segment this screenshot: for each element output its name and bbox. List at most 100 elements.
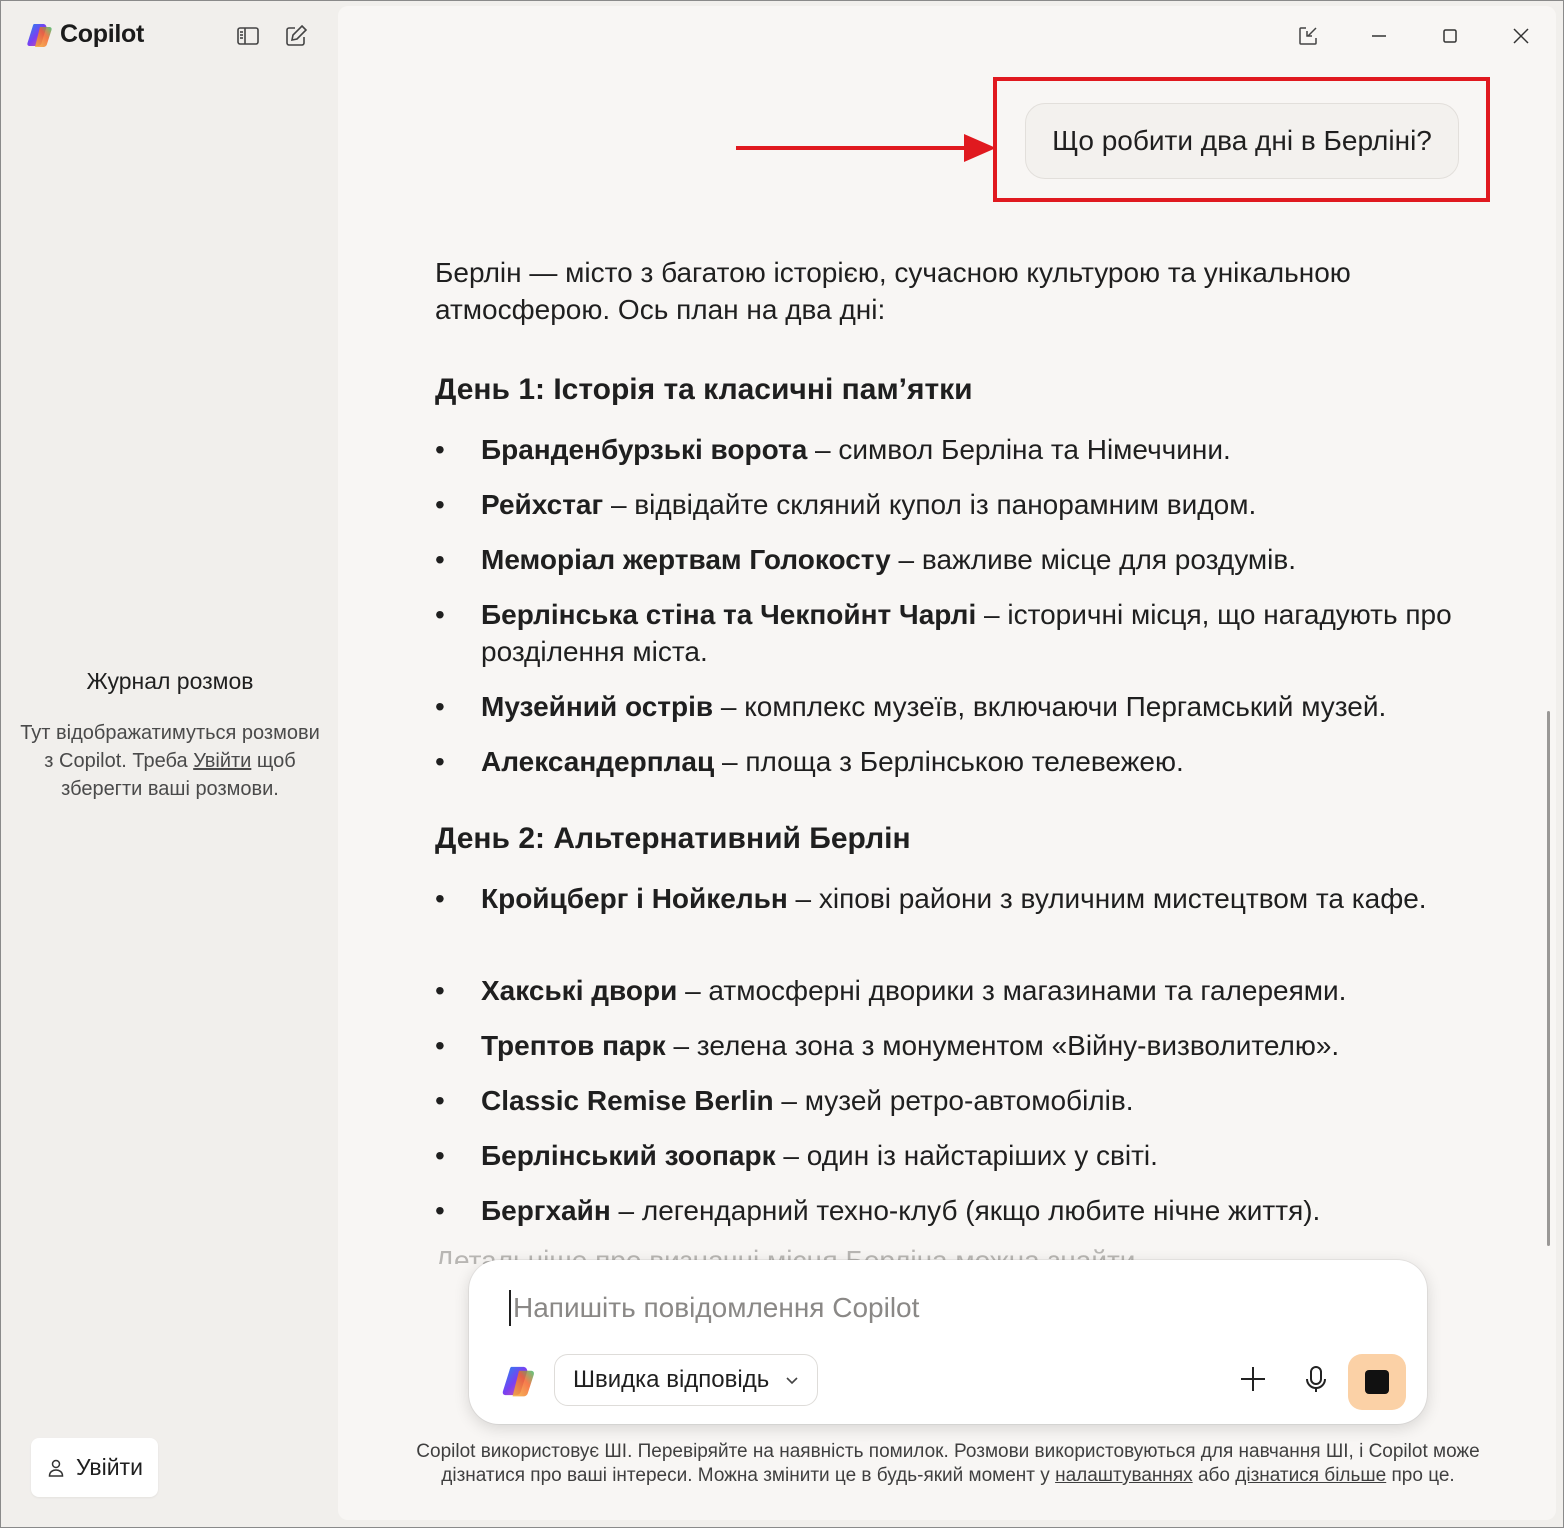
list-item: • Александерплац – площа з Берлінською те… [435,743,1455,780]
list-item-title: Александерплац [481,746,715,777]
popout-icon [1298,27,1317,45]
day2-heading: День 2: Альтернативний Берлін [435,822,911,855]
list-item: • Музейний острів – комплекс музеїв, вклю… [435,688,1455,725]
minimize-button[interactable] [1343,16,1414,56]
learn-more-link[interactable]: дізнатися більше [1235,1465,1386,1486]
bullet-dot: • [435,434,445,465]
disclaimer-or: або [1197,1465,1230,1486]
list-item-description: – важливе місце для роздумів. [890,544,1296,575]
list-item: • Classic Remise Berlin – музей ретро-авт… [435,1082,1455,1119]
history-description: Тут відображатимуться розмови з Copilot.… [20,719,320,803]
disclaimer: Copilot використовує ШІ. Перевіряйте на … [408,1440,1488,1488]
window-controls [1272,16,1556,56]
list-item-text: Хакські двори – атмосферні дворики з маг… [481,972,1455,1009]
history-title: Журнал розмов [86,668,254,694]
bullet-dot: • [435,1085,445,1116]
bullet-dot: • [435,1030,445,1061]
close-button[interactable] [1485,16,1556,56]
chevron-down-icon [786,1377,798,1385]
list-item-description: – один із найстаріших у світі. [775,1140,1158,1171]
list-item-text: Берлінська стіна та Чекпойнт Чарлі – іст… [481,596,1455,670]
list-item: • Трептов парк – зелена зона з монументом… [435,1027,1455,1064]
close-icon [1512,28,1529,44]
minimize-icon [1371,35,1386,37]
list-item: • Бранденбурзькі ворота – символ Берліна … [435,431,1455,468]
scrollbar-thumb[interactable] [1547,711,1550,1246]
brand: Copilot [26,20,144,49]
list-item-title: Бранденбурзькі ворота [481,434,808,465]
list-item-text: Александерплац – площа з Берлінською тел… [481,743,1455,780]
list-item-title: Берлінський зоопарк [481,1140,776,1171]
list-item-title: Classic Remise Berlin [481,1085,774,1116]
list-item: • Кройцберг і Нойкельн – хіпові райони з … [435,880,1455,917]
list-item-text: Меморіал жертвам Голокосту – важливе міс… [481,541,1455,578]
new-chat-button[interactable] [281,22,311,50]
sidebar-toggle-icon [237,27,259,45]
list-item-text: Classic Remise Berlin – музей ретро-авто… [481,1082,1455,1119]
list-item-text: Рейхстаг – відвідайте скляний купол із п… [481,486,1455,523]
list-item: • Бергхайн – легендарний техно-клуб (якщо… [435,1192,1455,1229]
list-item-description: – легендарний техно-клуб (якщо любите ні… [610,1195,1321,1226]
settings-link[interactable]: налаштуваннях [1055,1465,1193,1486]
brand-name: Copilot [60,20,144,48]
maximize-icon [1442,29,1457,43]
answer-intro: Берлін — місто з багатою історією, сучас… [435,257,1351,325]
disclaimer-end: про це. [1391,1465,1455,1486]
list-item-description: – музей ретро-автомобілів. [773,1085,1134,1116]
list-item-title: Берлінська стіна та Чекпойнт Чарлі [481,599,977,630]
signin-button[interactable]: Увійти [31,1438,158,1497]
bullet-dot: • [435,975,445,1006]
list-item: • Рейхстаг – відвідайте скляний купол із … [435,486,1455,523]
microphone-icon [1306,1366,1326,1392]
voice-input-button[interactable] [1294,1357,1338,1401]
list-item-text: Музейний острів – комплекс музеїв, включ… [481,688,1455,725]
annotation-arrow [736,134,996,162]
list-item-title: Меморіал жертвам Голокосту [481,544,891,575]
list-item: • Берлінський зоопарк – один із найстаріш… [435,1137,1455,1174]
list-item-description: – площа з Берлінською телевежею. [714,746,1184,777]
list-item-title: Кройцберг і Нойкельн [481,883,788,914]
bullet-dot: • [435,1140,445,1171]
sidebar-toggle-button[interactable] [233,22,263,50]
bullet-dot: • [435,489,445,520]
list-item: • Хакські двори – атмосферні дворики з ма… [435,972,1455,1009]
list-item-text: Бранденбурзькі ворота – символ Берліна т… [481,431,1455,468]
list-item-title: Хакські двори [481,975,678,1006]
signin-label: Увійти [76,1454,143,1480]
bullet-dot: • [435,883,445,914]
list-item: • Меморіал жертвам Голокосту – важливе мі… [435,541,1455,578]
copilot-logo [27,23,52,47]
message-input[interactable]: Напишіть повідомлення Copilot [509,1290,919,1326]
list-item-description: – відвідайте скляний купол із панорамним… [603,489,1257,520]
day1-heading: День 1: Історія та класичні пам’ятки [435,373,973,406]
list-item: • Берлінська стіна та Чекпойнт Чарлі – іс… [435,596,1455,670]
message-composer: Напишіть повідомлення Copilot Швидка від… [469,1260,1427,1424]
list-item-description: – комплекс музеїв, включаючи Пергамський… [713,691,1387,722]
plus-icon [1241,1367,1265,1391]
list-item-text: Берлінський зоопарк – один із найстаріши… [481,1137,1455,1174]
maximize-button[interactable] [1414,16,1485,56]
list-item-description: – символ Берліна та Німеччини. [807,434,1231,465]
popout-button[interactable] [1272,16,1343,56]
stop-generating-button[interactable] [1348,1354,1406,1410]
copilot-logo [502,1366,534,1397]
list-item-description: – зелена зона з монументом «Війну-визвол… [665,1030,1340,1061]
list-item-text: Кройцберг і Нойкельн – хіпові райони з в… [481,880,1455,917]
list-item-title: Бергхайн [481,1195,611,1226]
list-item-text: Бергхайн – легендарний техно-клуб (якщо … [481,1192,1455,1229]
list-item-title: Трептов парк [481,1030,666,1061]
person-icon [48,1459,64,1477]
list-item-title: Музейний острів [481,691,714,722]
response-mode-select[interactable]: Швидка відповідь [554,1354,819,1406]
new-chat-icon [286,24,308,46]
add-attachment-button[interactable] [1231,1357,1275,1401]
history-signin-link[interactable]: Увійти [193,750,251,772]
list-item-description: – атмосферні дворики з магазинами та гал… [677,975,1347,1006]
list-item-text: Трептов парк – зелена зона з монументом … [481,1027,1455,1064]
user-message: Що робити два дні в Берліні? [1025,103,1459,179]
bullet-dot: • [435,544,445,575]
list-item-description: – хіпові райони з вуличним мистецтвом та… [787,883,1427,914]
bullet-dot: • [435,1195,445,1226]
chat-panel: Що робити два дні в Берліні? Берлін — мі… [338,6,1556,1520]
sidebar: Copilot Журнал розмов Тут відображатимут… [0,0,338,1528]
